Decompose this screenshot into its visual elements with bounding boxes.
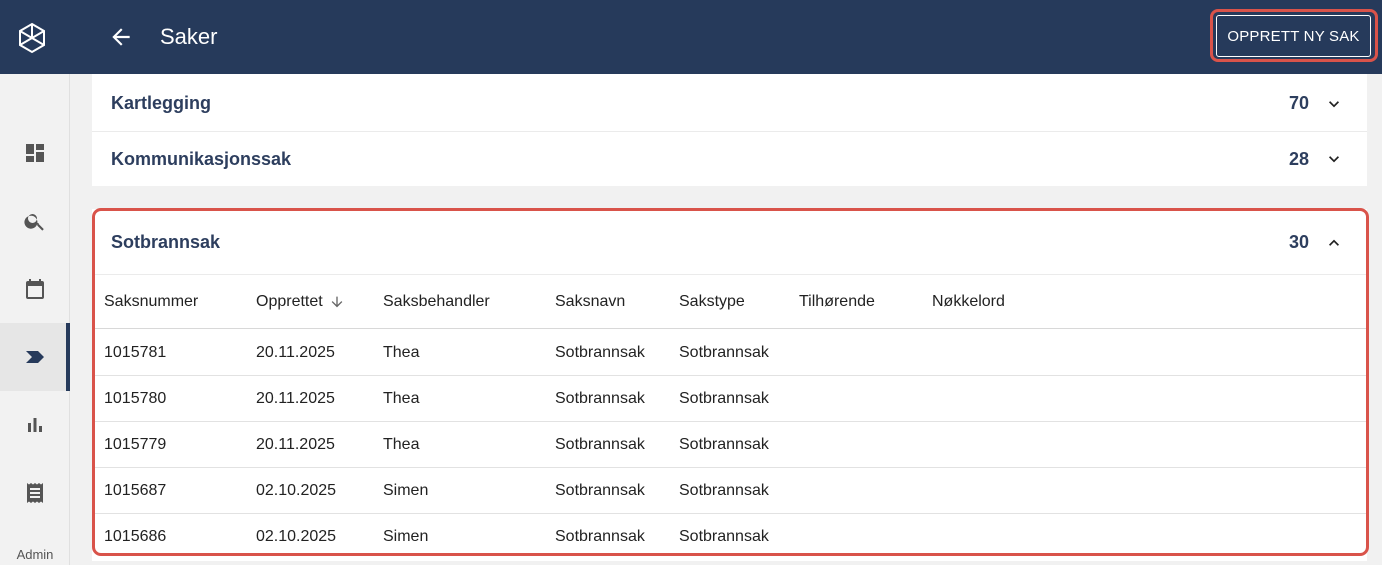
cell-saksbehandler: Simen [383, 528, 429, 545]
column-header-tilhorende[interactable]: Tilhørende [799, 293, 875, 311]
cell-saksbehandler: Thea [383, 344, 420, 361]
column-header-saksnavn[interactable]: Saksnavn [555, 293, 625, 311]
cell-saksnavn: Sotbrannsak [555, 528, 645, 545]
column-header-nokkelord[interactable]: Nøkkelord [932, 293, 1005, 311]
cell-saksnummer: 1015780 [104, 390, 167, 407]
bar-chart-icon [28, 418, 42, 432]
group-row-sotbrannsak[interactable]: Sotbrannsak 30 [92, 211, 1367, 275]
sidebar-admin-label[interactable]: Admin [0, 547, 70, 562]
sort-arrow-down-icon[interactable] [329, 294, 345, 310]
cases-icon [26, 351, 44, 363]
group-count: 30 [1288, 232, 1309, 252]
cell-sakstype: Sotbrannsak [679, 436, 769, 453]
cell-opprettet: 20.11.2025 [256, 390, 335, 407]
cell-opprettet: 20.11.2025 [256, 344, 335, 361]
sidebar-item-search[interactable] [0, 187, 70, 255]
cell-saksnavn: Sotbrannsak [555, 344, 645, 361]
group-count: 70 [1288, 93, 1309, 113]
column-header-saksbehandler[interactable]: Saksbehandler [383, 293, 490, 311]
chevron-down-icon[interactable] [1324, 149, 1344, 169]
column-header-opprettet[interactable]: Opprettet [256, 293, 345, 311]
cell-sakstype: Sotbrannsak [679, 528, 769, 545]
cell-opprettet: 02.10.2025 [256, 528, 337, 545]
logo-icon[interactable] [17, 22, 47, 54]
cell-saksbehandler: Simen [383, 482, 429, 499]
create-new-case-button[interactable]: OPPRETT NY SAK [1216, 15, 1371, 57]
cell-saksnummer: 1015781 [104, 344, 167, 361]
sidebar-item-statistics[interactable] [0, 391, 70, 459]
sidebar-item-receipt[interactable] [0, 459, 70, 527]
page-title: Saker [160, 24, 218, 49]
cell-saksnummer: 1015779 [104, 436, 167, 453]
sidebar-item-dashboard[interactable] [0, 119, 70, 187]
table-header: Saksnummer Opprettet Saksbehandler Saksn… [92, 275, 1367, 329]
table-row[interactable]: 1015779 20.11.2025 Thea Sotbrannsak Sotb… [92, 422, 1367, 468]
cell-saksnavn: Sotbrannsak [555, 482, 645, 499]
receipt-icon [27, 483, 43, 503]
search-icon [24, 214, 44, 231]
group-row-kommunikasjonssak[interactable]: Kommunikasjonssak 28 [92, 131, 1367, 187]
cell-sakstype: Sotbrannsak [679, 482, 769, 499]
cell-saksbehandler: Thea [383, 436, 420, 453]
cell-opprettet: 02.10.2025 [256, 482, 337, 499]
chevron-down-icon[interactable] [1324, 94, 1344, 114]
sidebar: Admin [0, 74, 70, 565]
column-header-saksnummer[interactable]: Saksnummer [104, 293, 198, 311]
group-count: 28 [1288, 148, 1309, 169]
sidebar-item-cases[interactable] [0, 323, 70, 391]
table-row[interactable]: 1015687 02.10.2025 Simen Sotbrannsak Sot… [92, 468, 1367, 514]
table-row[interactable]: 1015686 02.10.2025 Simen Sotbrannsak Sot… [92, 514, 1367, 560]
top-bar: Saker OPPRETT NY SAK [0, 0, 1382, 74]
group-name: Kommunikasjonssak [111, 148, 292, 169]
cell-saksnavn: Sotbrannsak [555, 390, 645, 407]
sidebar-item-calendar[interactable] [0, 255, 70, 323]
cell-opprettet: 20.11.2025 [256, 436, 335, 453]
cell-saksnummer: 1015687 [104, 482, 167, 499]
column-header-sakstype[interactable]: Sakstype [679, 293, 745, 311]
group-row-kartlegging[interactable]: Kartlegging 70 [92, 76, 1367, 132]
table-row[interactable]: 1015781 20.11.2025 Thea Sotbrannsak Sotb… [92, 330, 1367, 376]
table-row[interactable]: 1015780 20.11.2025 Thea Sotbrannsak Sotb… [92, 376, 1367, 422]
cell-saksbehandler: Thea [383, 390, 420, 407]
collapsed-groups-card: Kartlegging 70 Kommunikasjonssak 28 [92, 74, 1367, 186]
back-arrow-icon[interactable] [108, 24, 134, 50]
group-name: Sotbrannsak [111, 232, 221, 252]
main-content: Kartlegging 70 Kommunikasjonssak 28 Sotb… [70, 74, 1382, 565]
dashboard-icon [26, 144, 44, 162]
cell-saksnavn: Sotbrannsak [555, 436, 645, 453]
expanded-group-card: Sotbrannsak 30 Saksnummer Opprettet Saks… [92, 209, 1367, 561]
cell-sakstype: Sotbrannsak [679, 390, 769, 407]
calendar-icon [26, 279, 44, 299]
chevron-up-icon[interactable] [1324, 233, 1344, 253]
cell-saksnummer: 1015686 [104, 528, 167, 545]
group-name: Kartlegging [111, 93, 212, 113]
cell-sakstype: Sotbrannsak [679, 344, 769, 361]
